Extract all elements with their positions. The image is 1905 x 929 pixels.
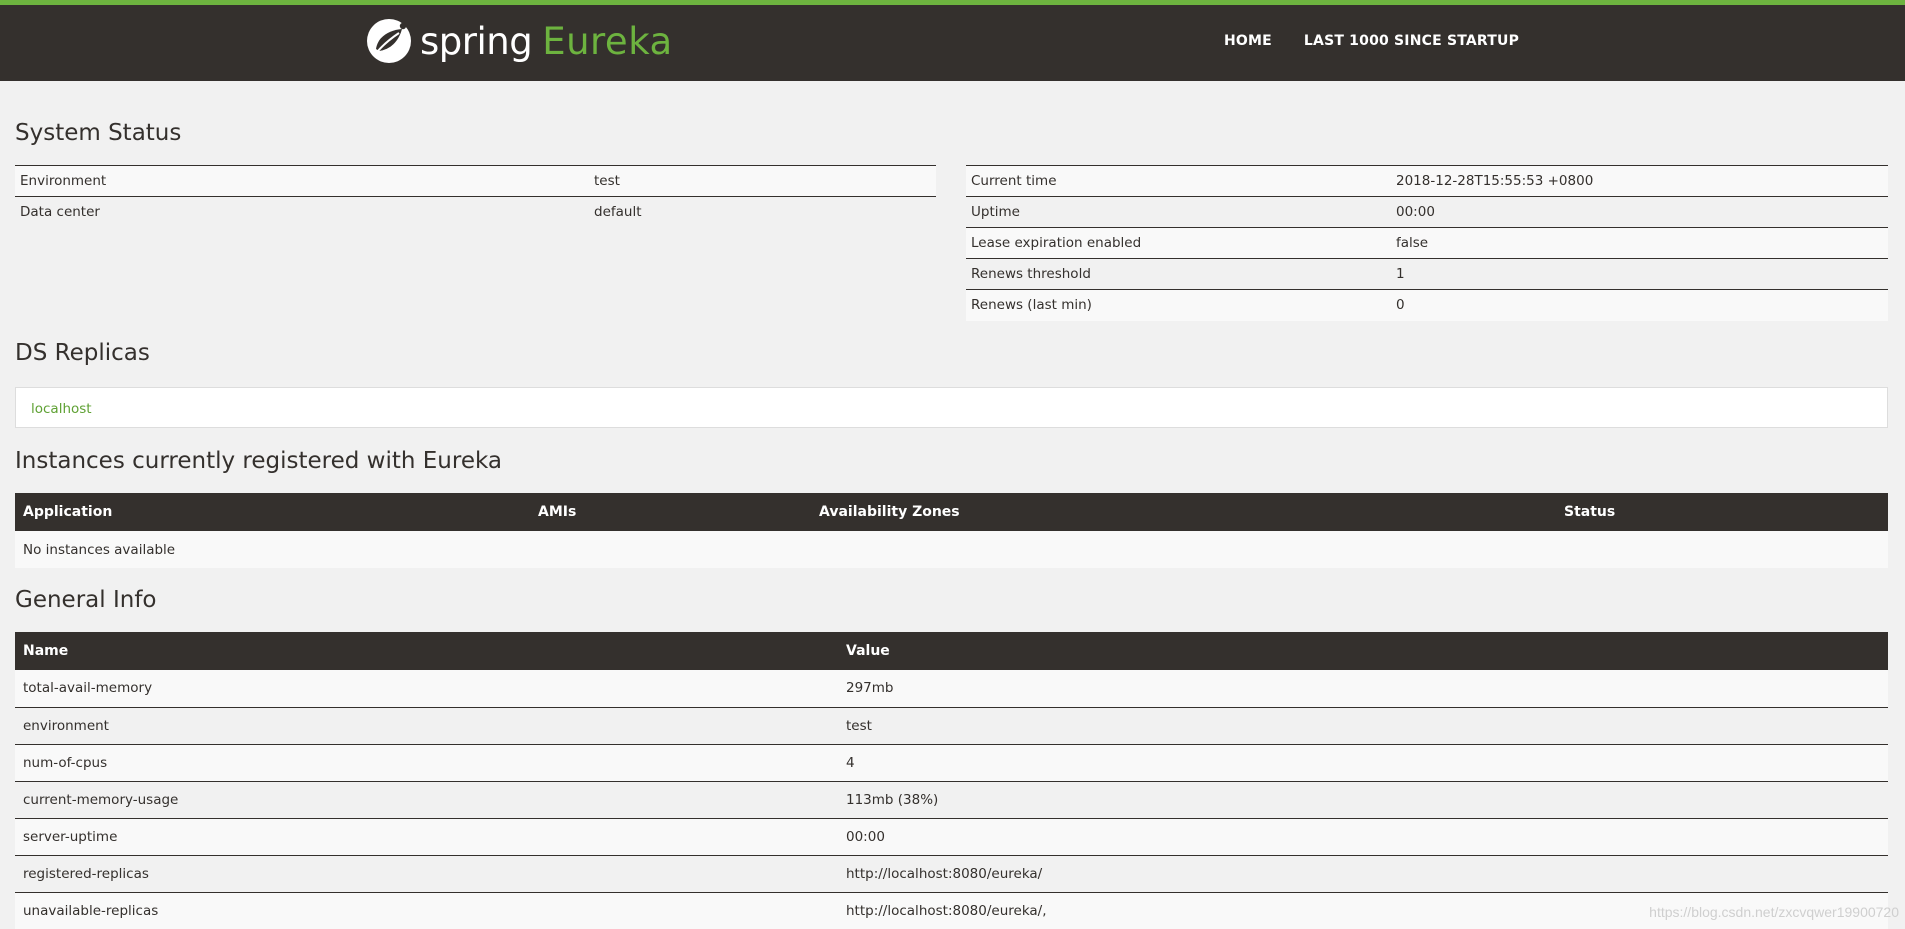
instances-table: Application AMIs Availability Zones Stat… (15, 493, 1888, 568)
status-value: default (589, 197, 936, 228)
status-label: Current time (966, 166, 1391, 197)
status-value: test (589, 166, 936, 197)
info-name: server-uptime (15, 818, 838, 855)
info-name: environment (15, 707, 838, 744)
column-header-name: Name (15, 632, 838, 670)
table-row: total-avail-memory 297mb (15, 670, 1888, 707)
status-label: Lease expiration enabled (966, 228, 1391, 259)
system-status-left-table: Environment test Data center default (15, 165, 936, 228)
info-value: 00:00 (838, 818, 1888, 855)
instances-title: Instances currently registered with Eure… (15, 448, 502, 474)
table-row: current-memory-usage 113mb (38%) (15, 781, 1888, 818)
table-row: Uptime 00:00 (966, 197, 1888, 228)
nav-home-link[interactable]: HOME (1224, 33, 1272, 49)
status-label: Renews (last min) (966, 290, 1391, 321)
column-header-application: Application (15, 493, 530, 531)
empty-instances-message: No instances available (15, 531, 1888, 568)
info-name: current-memory-usage (15, 781, 838, 818)
info-value: 297mb (838, 670, 1888, 707)
table-row: num-of-cpus 4 (15, 744, 1888, 781)
replica-link-localhost[interactable]: localhost (31, 401, 92, 417)
table-row: Current time 2018-12-28T15:55:53 +0800 (966, 166, 1888, 197)
spring-leaf-icon (366, 18, 412, 64)
info-name: unavailable-replicas (15, 892, 838, 929)
status-value: 00:00 (1391, 197, 1888, 228)
system-status-title: System Status (15, 120, 181, 146)
nav-links: HOME LAST 1000 SINCE STARTUP (1224, 33, 1551, 49)
nav-last1000-link[interactable]: LAST 1000 SINCE STARTUP (1304, 33, 1519, 49)
status-label: Uptime (966, 197, 1391, 228)
general-info-title: General Info (15, 587, 156, 613)
info-value: 113mb (38%) (838, 781, 1888, 818)
info-name: registered-replicas (15, 855, 838, 892)
info-name: total-avail-memory (15, 670, 838, 707)
column-header-status: Status (1556, 493, 1888, 531)
table-row: registered-replicas http://localhost:808… (15, 855, 1888, 892)
column-header-amis: AMIs (530, 493, 811, 531)
status-value: false (1391, 228, 1888, 259)
watermark-text: https://blog.csdn.net/zxcvqwer19900720 (1649, 904, 1899, 920)
general-info-table: Name Value total-avail-memory 297mb envi… (15, 632, 1888, 929)
table-header-row: Name Value (15, 632, 1888, 670)
status-label: Environment (15, 166, 589, 197)
table-row: Renews (last min) 0 (966, 290, 1888, 321)
info-value: 4 (838, 744, 1888, 781)
brand-spring-text: spring (420, 20, 532, 63)
table-row: Lease expiration enabled false (966, 228, 1888, 259)
table-row: No instances available (15, 531, 1888, 568)
ds-replicas-list: localhost (15, 387, 1888, 428)
top-navbar: spring Eureka HOME LAST 1000 SINCE START… (0, 0, 1905, 81)
brand-logo-link[interactable]: spring Eureka (366, 17, 673, 65)
column-header-value: Value (838, 632, 1888, 670)
column-header-availability-zones: Availability Zones (811, 493, 1556, 531)
table-row: environment test (15, 707, 1888, 744)
table-row: server-uptime 00:00 (15, 818, 1888, 855)
status-value: 1 (1391, 259, 1888, 290)
info-name: num-of-cpus (15, 744, 838, 781)
table-row: Environment test (15, 166, 936, 197)
info-value: http://localhost:8080/eureka/ (838, 855, 1888, 892)
ds-replicas-title: DS Replicas (15, 340, 150, 366)
system-status-right-table: Current time 2018-12-28T15:55:53 +0800 U… (966, 165, 1888, 321)
table-row: unavailable-replicas http://localhost:80… (15, 892, 1888, 929)
status-label: Renews threshold (966, 259, 1391, 290)
table-row: Data center default (15, 197, 936, 228)
status-label: Data center (15, 197, 589, 228)
status-value: 2018-12-28T15:55:53 +0800 (1391, 166, 1888, 197)
table-header-row: Application AMIs Availability Zones Stat… (15, 493, 1888, 531)
status-value: 0 (1391, 290, 1888, 321)
info-value: test (838, 707, 1888, 744)
table-row: Renews threshold 1 (966, 259, 1888, 290)
brand-eureka-text: Eureka (542, 20, 672, 63)
